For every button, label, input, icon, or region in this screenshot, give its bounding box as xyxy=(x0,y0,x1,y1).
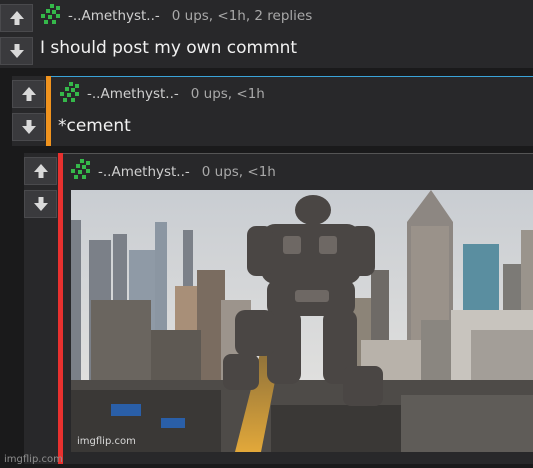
comment-border-top xyxy=(24,153,533,154)
comment-text: I should post my own commnt xyxy=(40,38,298,58)
username-link[interactable]: -..Amethyst..- xyxy=(68,8,160,24)
downvote-button[interactable] xyxy=(24,190,57,218)
comment-stats: 0 ups, <1h xyxy=(201,164,276,180)
downvote-button[interactable] xyxy=(12,113,45,141)
avatar[interactable] xyxy=(57,82,83,104)
downvote-button[interactable] xyxy=(0,37,33,65)
vote-column xyxy=(12,76,46,146)
footer-watermark: imgflip.com xyxy=(4,454,63,465)
comment-2: -..Amethyst..- 0 ups, <1h *cement xyxy=(12,76,533,146)
comment-border-top xyxy=(12,76,533,77)
comment-stats: 0 ups, <1h, 2 replies xyxy=(171,8,313,24)
comment-meta: -..Amethyst..- 0 ups, <1h, 2 replies xyxy=(68,8,312,24)
meme-image[interactable]: imgflip.com xyxy=(71,190,533,452)
arrow-up-icon xyxy=(33,164,48,178)
comment-text: *cement xyxy=(58,116,131,136)
username-link[interactable]: -..Amethyst..- xyxy=(98,164,190,180)
vote-column xyxy=(0,0,34,68)
arrow-down-icon xyxy=(9,44,24,58)
upvote-button[interactable] xyxy=(0,4,33,32)
avatar[interactable] xyxy=(38,4,64,26)
reply-thread-bar xyxy=(58,153,63,464)
arrow-up-icon xyxy=(9,11,24,25)
arrow-down-icon xyxy=(33,197,48,211)
comment-1: -..Amethyst..- 0 ups, <1h, 2 replies I sh… xyxy=(0,0,533,68)
arrow-down-icon xyxy=(21,120,36,134)
upvote-button[interactable] xyxy=(24,157,57,185)
upvote-button[interactable] xyxy=(12,80,45,108)
arrow-up-icon xyxy=(21,87,36,101)
vote-column xyxy=(24,153,58,464)
comment-stats: 0 ups, <1h xyxy=(190,86,265,102)
avatar[interactable] xyxy=(68,159,94,181)
reply-thread-bar xyxy=(46,76,51,146)
comment-meta: -..Amethyst..- 0 ups, <1h xyxy=(87,86,265,102)
username-link[interactable]: -..Amethyst..- xyxy=(87,86,179,102)
image-watermark: imgflip.com xyxy=(77,436,136,447)
comment-meta: -..Amethyst..- 0 ups, <1h xyxy=(98,164,276,180)
comment-3: -..Amethyst..- 0 ups, <1h imgflip.com xyxy=(24,153,533,464)
